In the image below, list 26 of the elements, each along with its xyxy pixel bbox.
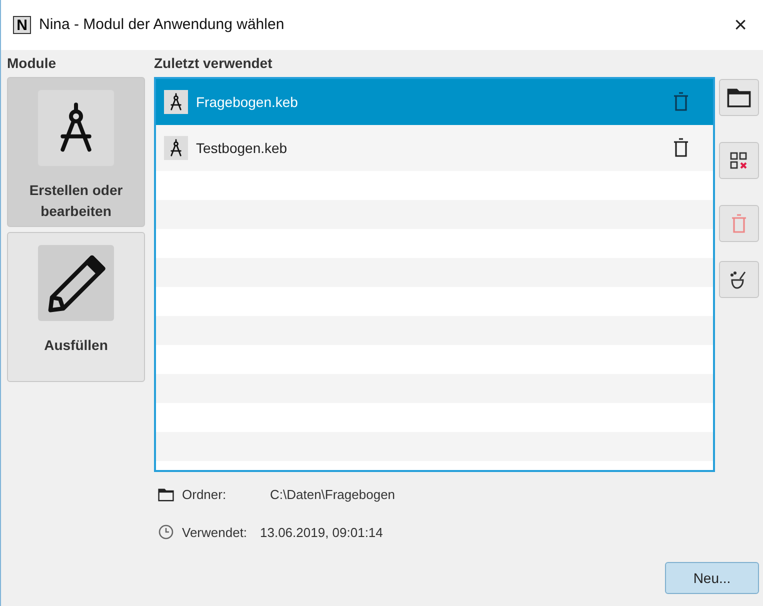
close-button[interactable]: × — [730, 14, 751, 36]
compass-icon — [169, 139, 183, 157]
detail-label: Verwendet: — [182, 524, 248, 542]
file-list-item[interactable]: Testbogen.keb — [156, 125, 713, 171]
side-toolbar-button[interactable] — [719, 79, 759, 116]
section-heading: Zuletzt verwendet — [154, 54, 274, 73]
detail-label: Ordner: — [182, 486, 228, 504]
frames-with-cross-icon — [729, 150, 749, 170]
file-list-item[interactable]: Fragebogen.keb — [156, 79, 713, 125]
app-logo: N — [13, 16, 31, 34]
compass-icon — [169, 93, 183, 111]
side-toolbar-button[interactable] — [719, 261, 759, 298]
trash-icon[interactable] — [673, 138, 689, 158]
folder-icon — [158, 488, 174, 502]
module-button[interactable]: Ausfüllen — [7, 232, 145, 382]
clock-icon — [158, 524, 174, 540]
module-button[interactable]: Erstellen oder bearbeiten — [7, 77, 145, 227]
side-toolbar-button[interactable] — [719, 142, 759, 179]
section-heading: Module — [7, 54, 57, 73]
file-name: Testbogen.keb — [196, 138, 288, 158]
file-name: Fragebogen.keb — [196, 92, 298, 112]
window-title: Nina - Modul der Anwendung wählen — [39, 14, 284, 35]
detail-value: C:\Daten\Fragebogen — [270, 486, 396, 504]
detail-value: 13.06.2019, 09:01:14 — [260, 524, 383, 542]
new-button[interactable]: Neu... — [665, 562, 759, 594]
folder-icon — [727, 88, 751, 108]
